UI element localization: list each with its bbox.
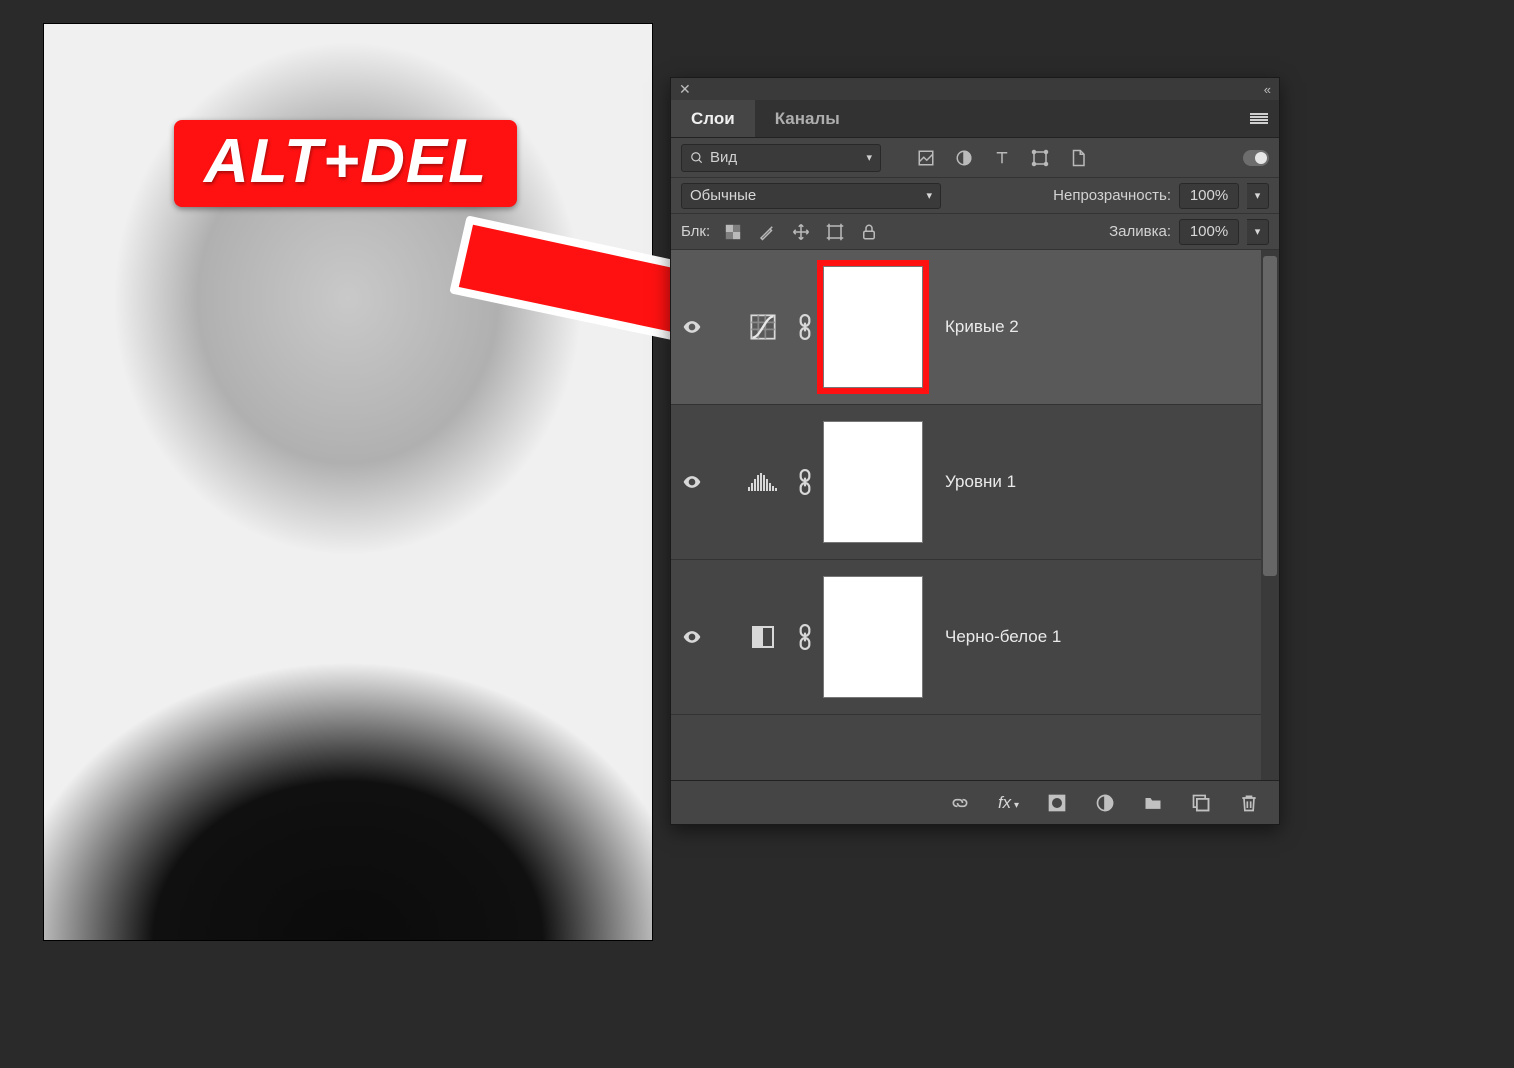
filter-pixel-icon[interactable]: [917, 149, 935, 167]
panel-menu-icon[interactable]: [1239, 100, 1279, 137]
layer-name[interactable]: Уровни 1: [945, 472, 1016, 492]
tab-channels-label: Каналы: [775, 109, 840, 129]
opacity-label: Непрозрачность:: [1053, 187, 1171, 204]
fill-chevron-icon[interactable]: ▾: [1247, 219, 1269, 245]
scrollbar-thumb[interactable]: [1263, 256, 1277, 576]
lock-artboard-icon[interactable]: [826, 223, 844, 241]
visibility-toggle[interactable]: [679, 624, 705, 650]
filter-smart-icon[interactable]: [1069, 149, 1087, 167]
lock-icons: [724, 223, 878, 241]
mask-link-icon[interactable]: [789, 311, 821, 343]
mask-link-icon[interactable]: [789, 466, 821, 498]
fill-value[interactable]: 100%: [1179, 219, 1239, 245]
filter-toggle[interactable]: [1243, 150, 1269, 166]
layer-mask-thumbnail[interactable]: [823, 421, 923, 543]
mask-link-icon[interactable]: [789, 621, 821, 653]
blend-mode-value: Обычные: [690, 187, 756, 204]
layer-row[interactable]: Черно-белое 1: [671, 560, 1261, 715]
collapse-icon[interactable]: «: [1264, 82, 1271, 97]
levels-adjust-icon: [747, 466, 779, 498]
layer-name[interactable]: Черно-белое 1: [945, 627, 1061, 647]
annotation-badge: ALT+DEL: [174, 120, 517, 207]
layer-name[interactable]: Кривые 2: [945, 317, 1019, 337]
chevron-down-icon: ▾: [866, 151, 872, 164]
visibility-toggle[interactable]: [679, 314, 705, 340]
add-group-icon[interactable]: [1143, 793, 1163, 813]
layer-row[interactable]: Кривые 2: [671, 250, 1261, 405]
eye-icon: [682, 317, 702, 337]
delete-layer-icon[interactable]: [1239, 793, 1259, 813]
lock-label: Блк:: [681, 223, 710, 240]
panel-titlebar: ✕ «: [671, 78, 1279, 100]
tab-layers[interactable]: Слои: [671, 100, 755, 137]
search-icon: [690, 151, 704, 165]
curves-adjust-icon: [747, 311, 779, 343]
layer-search-label: Вид: [710, 149, 737, 166]
layers-panel-bottom-bar: fx ▾: [671, 780, 1279, 824]
eye-icon: [682, 472, 702, 492]
layer-filter-icons: [917, 149, 1087, 167]
panel-tabs: Слои Каналы: [671, 100, 1279, 138]
layer-fx-icon[interactable]: fx ▾: [998, 793, 1019, 813]
link-layers-icon[interactable]: [950, 793, 970, 813]
lock-all-icon[interactable]: [860, 223, 878, 241]
lock-paint-icon[interactable]: [758, 223, 776, 241]
blend-row: Обычные ▾ Непрозрачность: 100% ▾: [671, 178, 1279, 214]
tab-layers-label: Слои: [691, 109, 735, 129]
layers-list: Кривые 2 Уровни 1: [671, 250, 1279, 780]
lock-row: Блк: Заливка: 100% ▾: [671, 214, 1279, 250]
layer-row[interactable]: Уровни 1: [671, 405, 1261, 560]
opacity-chevron-icon[interactable]: ▾: [1247, 183, 1269, 209]
layers-scrollbar[interactable]: [1261, 250, 1279, 780]
visibility-toggle[interactable]: [679, 469, 705, 495]
layer-search-dropdown[interactable]: Вид ▾: [681, 144, 881, 172]
filter-adjust-icon[interactable]: [955, 149, 973, 167]
layer-mask-thumbnail[interactable]: [823, 266, 923, 388]
layer-filter-row: Вид ▾: [671, 138, 1279, 178]
opacity-value[interactable]: 100%: [1179, 183, 1239, 209]
layer-mask-thumbnail[interactable]: [823, 576, 923, 698]
fill-value-text: 100%: [1190, 223, 1228, 240]
eye-icon: [682, 627, 702, 647]
fill-label: Заливка:: [1109, 223, 1171, 240]
add-adjustment-icon[interactable]: [1095, 793, 1115, 813]
chevron-down-icon: ▾: [926, 189, 932, 202]
annotation-badge-text: ALT+DEL: [204, 127, 487, 196]
lock-move-icon[interactable]: [792, 223, 810, 241]
opacity-value-text: 100%: [1190, 187, 1228, 204]
new-layer-icon[interactable]: [1191, 793, 1211, 813]
filter-type-icon[interactable]: [993, 149, 1011, 167]
tab-channels[interactable]: Каналы: [755, 100, 860, 137]
blend-mode-dropdown[interactable]: Обычные ▾: [681, 183, 941, 209]
filter-shape-icon[interactable]: [1031, 149, 1049, 167]
canvas-area: ALT+DEL: [44, 24, 652, 940]
layers-panel: ✕ « Слои Каналы Вид ▾ Обычн: [670, 77, 1280, 825]
lock-transparency-icon[interactable]: [724, 223, 742, 241]
close-icon[interactable]: ✕: [679, 81, 691, 98]
bw-adjust-icon: [747, 621, 779, 653]
add-mask-icon[interactable]: [1047, 793, 1067, 813]
